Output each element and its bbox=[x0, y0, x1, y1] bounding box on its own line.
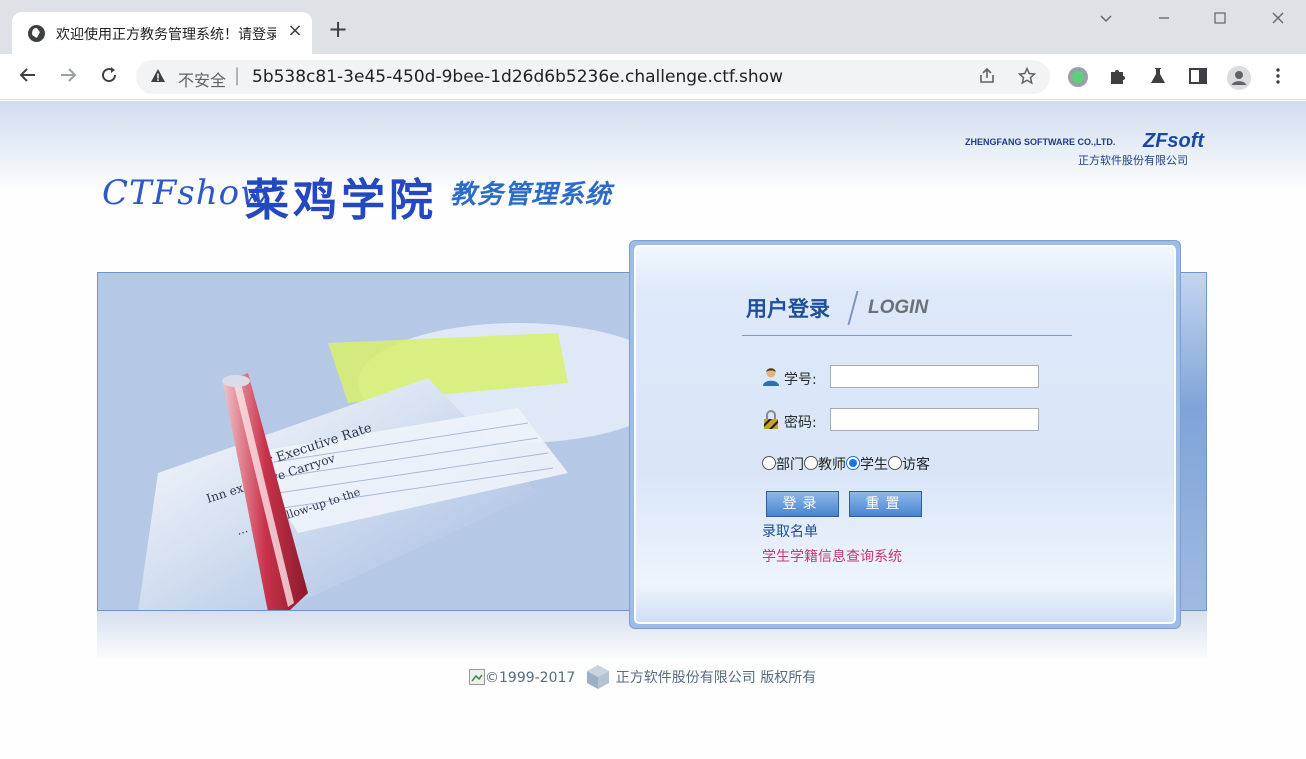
chevron-down-icon[interactable] bbox=[1094, 8, 1118, 32]
login-panel-inner: 用户登录 LOGIN 学号: 密码: 部门 教师 学生 访客 登录 重置 录取名… bbox=[634, 245, 1176, 624]
bookmark-star-icon[interactable] bbox=[1017, 66, 1037, 90]
role-radio-department[interactable] bbox=[762, 456, 776, 470]
admission-list-link[interactable]: 录取名单 bbox=[762, 521, 818, 541]
banner-paper-pen-image: r Executive Rate Inn executive Carryov …… bbox=[98, 273, 638, 610]
role-label-department: 部门 bbox=[776, 457, 804, 473]
user-icon bbox=[762, 367, 780, 387]
new-tab-button[interactable]: + bbox=[326, 17, 350, 42]
reload-icon[interactable] bbox=[94, 62, 124, 92]
maximize-icon[interactable] bbox=[1208, 8, 1232, 32]
reset-button[interactable]: 重置 bbox=[849, 491, 922, 517]
vendor-logo: ZFsoft bbox=[1143, 130, 1205, 152]
browser-toolbar: 不安全 | 5b538c81-3e45-450d-9bee-1d26d6b523… bbox=[0, 54, 1306, 100]
footer-company: 正方软件股份有限公司 版权所有 bbox=[615, 670, 817, 686]
role-label-visitor: 访客 bbox=[902, 457, 930, 473]
close-icon[interactable] bbox=[1266, 8, 1290, 32]
warning-icon[interactable] bbox=[150, 68, 166, 88]
flask-icon[interactable] bbox=[1147, 66, 1169, 88]
login-title-divider bbox=[847, 291, 859, 325]
forward-icon[interactable] bbox=[53, 62, 83, 92]
browser-tab[interactable]: 欢迎使用正方教务管理系统！请登录 × bbox=[12, 12, 312, 54]
username-input[interactable] bbox=[830, 365, 1039, 388]
tab-title: 欢迎使用正方教务管理系统！请登录 bbox=[56, 27, 276, 43]
password-label: 密码: bbox=[784, 415, 817, 431]
footer: ©1999-2017 正方软件股份有限公司 版权所有 bbox=[469, 664, 816, 690]
login-panel: 用户登录 LOGIN 学号: 密码: 部门 教师 学生 访客 登录 重置 录取名… bbox=[629, 240, 1181, 629]
page-content: CTFshow 菜鸡学院 教务管理系统 ZHENGFANG SOFTWARE C… bbox=[0, 101, 1306, 759]
back-icon[interactable] bbox=[13, 62, 43, 92]
share-icon[interactable] bbox=[978, 67, 996, 90]
broken-image-icon bbox=[469, 669, 485, 685]
role-radio-visitor[interactable] bbox=[888, 456, 902, 470]
role-radio-group: 部门 教师 学生 访客 bbox=[762, 454, 930, 474]
username-label: 学号: bbox=[784, 372, 817, 388]
extension-green-icon[interactable] bbox=[1067, 66, 1089, 88]
brand-system-name: 教务管理系统 bbox=[450, 180, 613, 210]
role-label-student: 学生 bbox=[860, 457, 888, 473]
password-input[interactable] bbox=[830, 408, 1039, 431]
student-status-link[interactable]: 学生学籍信息查询系统 bbox=[762, 546, 902, 566]
sidepanel-icon[interactable] bbox=[1187, 66, 1209, 88]
profile-icon[interactable] bbox=[1227, 66, 1251, 90]
url-text[interactable]: 5b538c81-3e45-450d-9bee-1d26d6b5236e.cha… bbox=[252, 67, 783, 87]
menu-icon[interactable] bbox=[1267, 66, 1289, 88]
vendor-name-en: ZHENGFANG SOFTWARE CO.,LTD. bbox=[965, 137, 1116, 147]
minimize-icon[interactable] bbox=[1152, 8, 1176, 32]
tab-close-icon[interactable]: × bbox=[284, 20, 306, 42]
security-label[interactable]: 不安全 bbox=[178, 67, 226, 91]
login-title-underline bbox=[742, 335, 1072, 336]
browser-tab-bar: 欢迎使用正方教务管理系统！请登录 × + bbox=[0, 0, 1306, 54]
role-label-teacher: 教师 bbox=[818, 457, 846, 473]
role-radio-teacher[interactable] bbox=[804, 456, 818, 470]
globe-icon bbox=[28, 25, 45, 42]
login-title: 用户登录 bbox=[746, 297, 830, 321]
address-bar[interactable]: 不安全 | 5b538c81-3e45-450d-9bee-1d26d6b523… bbox=[136, 60, 1050, 94]
banner-right-strip bbox=[1178, 273, 1206, 610]
omnibox-separator: | bbox=[234, 65, 241, 86]
role-radio-student[interactable] bbox=[846, 456, 860, 470]
vendor-name-cn: 正方软件股份有限公司 bbox=[1078, 154, 1188, 167]
zfsoft-cube-icon bbox=[586, 664, 610, 690]
puzzle-icon[interactable] bbox=[1107, 66, 1129, 88]
brand-school-name: 菜鸡学院 bbox=[245, 175, 437, 226]
login-subtitle: LOGIN bbox=[868, 297, 929, 318]
login-button[interactable]: 登录 bbox=[766, 491, 839, 517]
lock-icon bbox=[762, 410, 780, 430]
footer-copyright: ©1999-2017 bbox=[485, 670, 576, 686]
